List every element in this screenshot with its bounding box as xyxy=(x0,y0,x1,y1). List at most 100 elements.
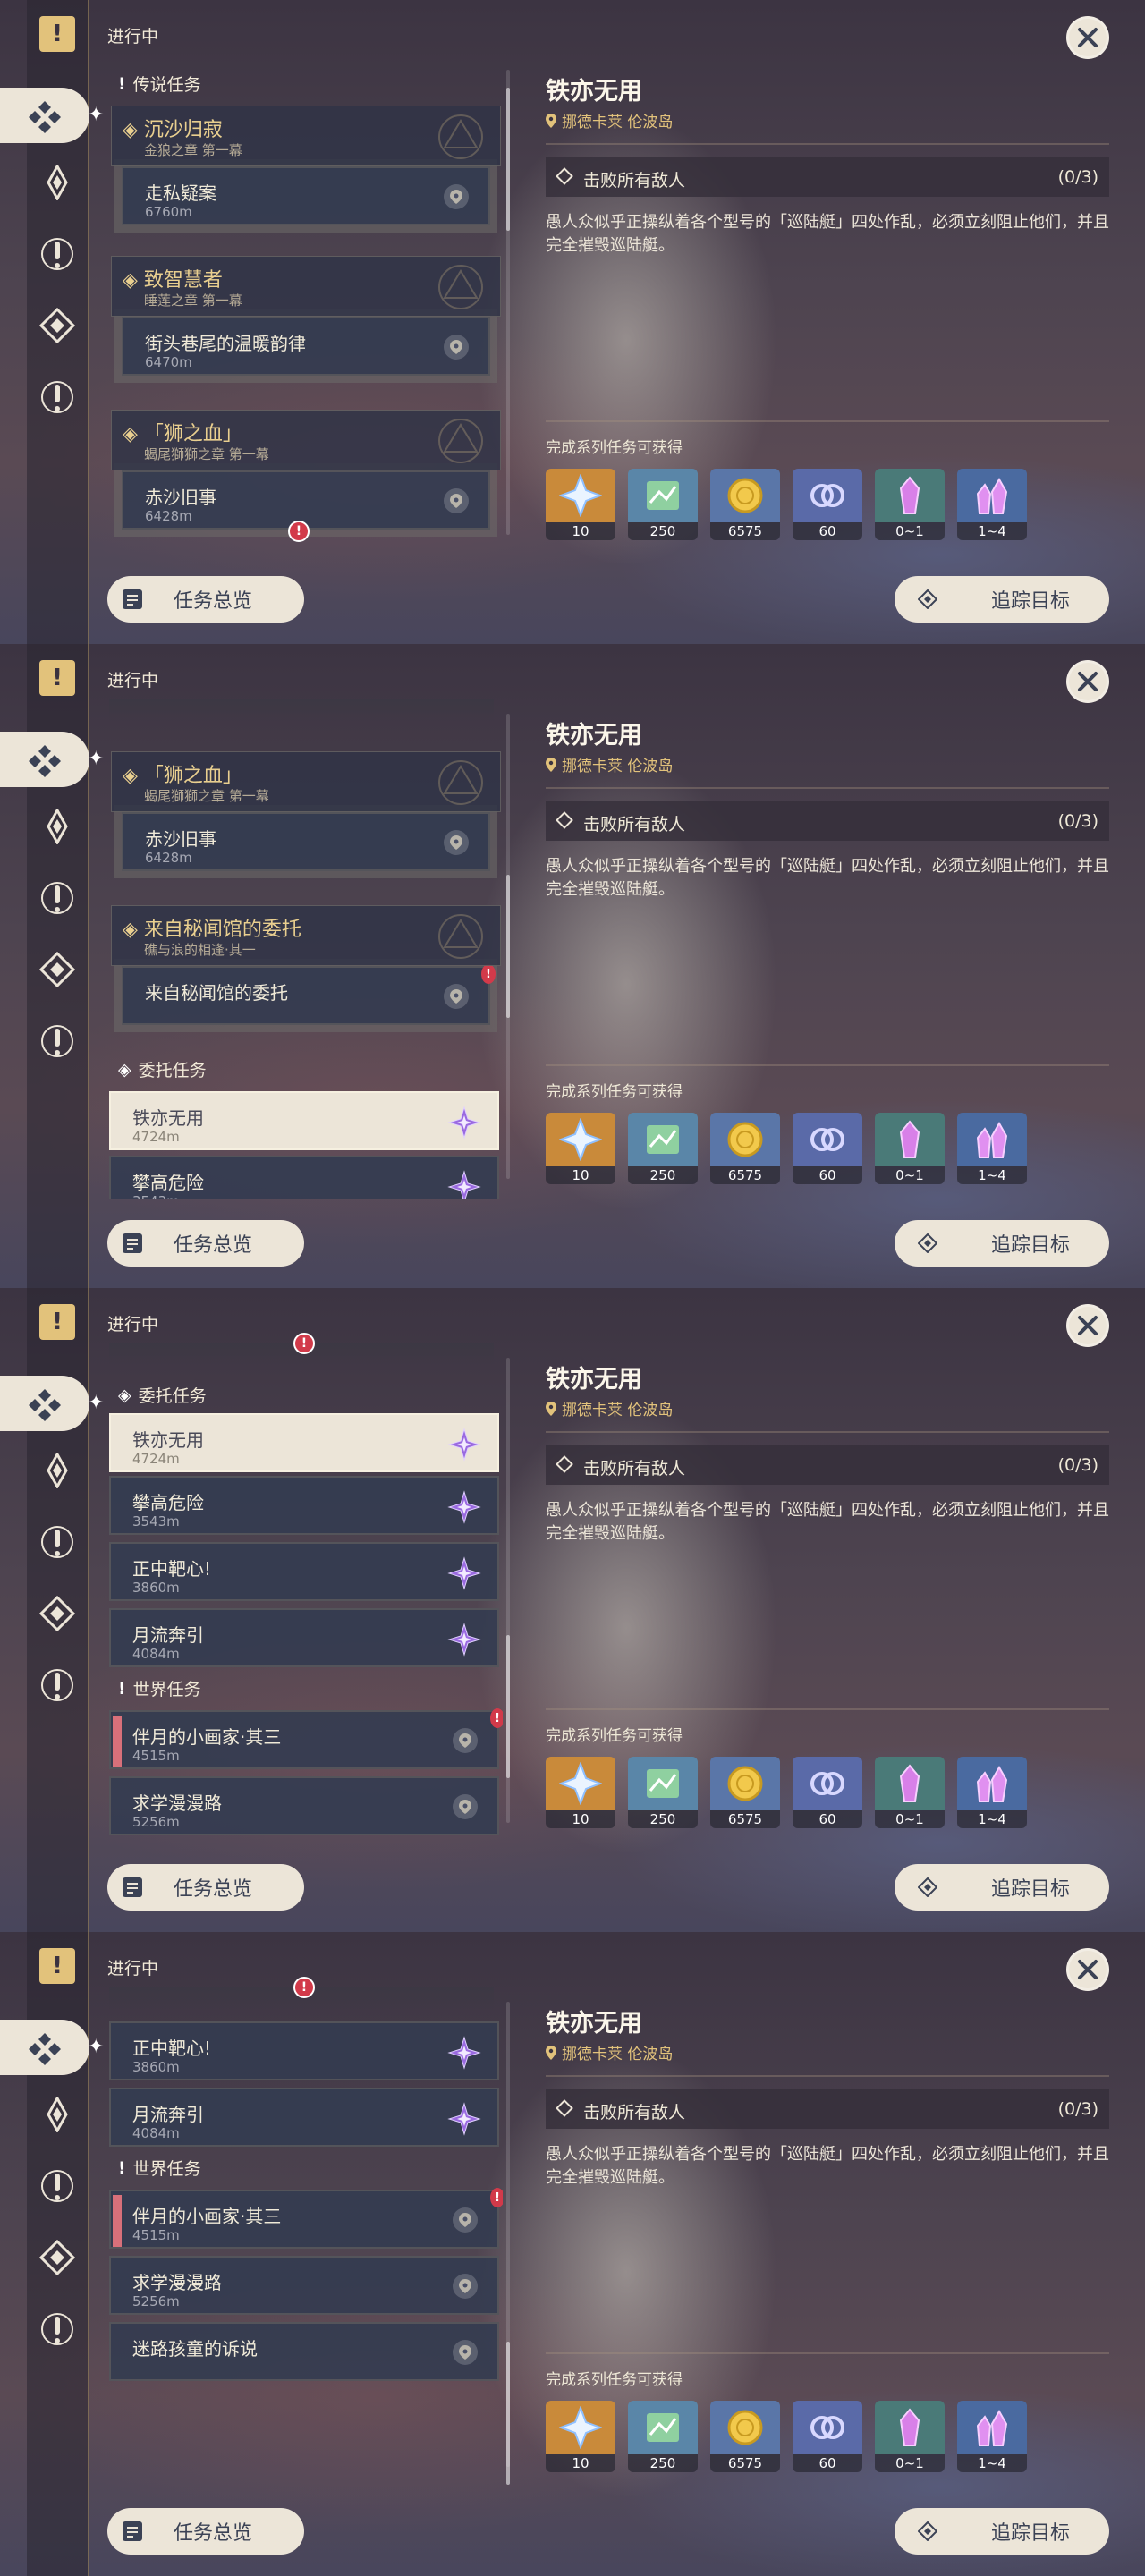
navigate-pin-button[interactable] xyxy=(444,830,469,855)
quest-item[interactable]: 赤沙旧事 6428m xyxy=(122,812,490,871)
reward-item[interactable]: 1~4 xyxy=(957,1113,1027,1184)
reward-item[interactable]: 10 xyxy=(546,2401,615,2472)
track-objective-button[interactable]: 追踪目标 xyxy=(895,576,1109,623)
quest-item[interactable]: 正中靶心! 3860m xyxy=(109,2021,499,2080)
quest-list-scrollbar[interactable] xyxy=(506,714,510,1179)
rail-tab-story-quests[interactable] xyxy=(34,1519,81,1565)
quest-list-scrollbar[interactable] xyxy=(506,2002,510,2485)
reward-item[interactable]: 6575 xyxy=(710,469,780,540)
reward-item[interactable]: 60 xyxy=(793,2401,862,2472)
reward-item[interactable]: 10 xyxy=(546,1757,615,1828)
quest-overview-button[interactable]: 任务总览 xyxy=(107,576,304,623)
close-button[interactable] xyxy=(1066,660,1109,703)
rail-tab-commissions[interactable] xyxy=(34,2234,81,2281)
rail-tab-archon-quests[interactable] xyxy=(34,1447,81,1494)
reward-item[interactable]: 1~4 xyxy=(957,2401,1027,2472)
close-button[interactable] xyxy=(1066,1304,1109,1347)
quest-list[interactable]: 求学漫漫路 5256m 伴月的小画家·其三 4515m!! 世界任务 月流奔引 4084m 正… xyxy=(109,1342,503,1843)
quest-item[interactable]: 铁亦无用 4724m xyxy=(109,1413,499,1472)
quest-item[interactable]: 月流奔引 4084m xyxy=(109,2088,499,2147)
rail-tab-all-quests[interactable] xyxy=(0,732,89,787)
quest-overview-button[interactable]: 任务总览 xyxy=(107,1220,304,1267)
quest-item[interactable]: 迷路孩童的诉说 xyxy=(109,2322,499,2381)
close-button[interactable] xyxy=(1066,16,1109,59)
reward-item[interactable]: 250 xyxy=(628,1113,698,1184)
close-button[interactable] xyxy=(1066,1948,1109,1991)
reward-item[interactable]: 0~1 xyxy=(875,469,945,540)
quest-item[interactable]: 月流奔引 4084m xyxy=(109,1608,499,1667)
navigate-pin-button[interactable] xyxy=(453,1794,478,1819)
quest-chain-header[interactable]: ◈ 来自秘闻馆的委托 礁与浪的相逢·其一 xyxy=(111,905,501,966)
quest-chain-header[interactable]: ◈ 「狮之血」 蝎尾獅獅之章 第一幕 xyxy=(111,410,501,470)
reward-item[interactable]: 6575 xyxy=(710,1757,780,1828)
navigate-pin-button[interactable] xyxy=(453,2274,478,2299)
reward-item[interactable]: 1~4 xyxy=(957,469,1027,540)
rail-tab-all-quests[interactable] xyxy=(0,2020,89,2075)
quest-overview-button[interactable]: 任务总览 xyxy=(107,2508,304,2555)
rail-tab-world-quests[interactable] xyxy=(34,2306,81,2352)
reward-item[interactable]: 0~1 xyxy=(875,1757,945,1828)
rail-tab-all-quests[interactable] xyxy=(0,1376,89,1431)
rail-tab-archon-quests[interactable] xyxy=(34,159,81,206)
reward-item[interactable]: 250 xyxy=(628,1757,698,1828)
reward-item[interactable]: 1~4 xyxy=(957,1757,1027,1828)
reward-item[interactable]: 0~1 xyxy=(875,1113,945,1184)
track-objective-button[interactable]: 追踪目标 xyxy=(895,1220,1109,1267)
quest-overview-button[interactable]: 任务总览 xyxy=(107,1864,304,1911)
navigate-pin-button[interactable] xyxy=(453,1728,478,1753)
reward-item[interactable]: 10 xyxy=(546,469,615,540)
quest-item[interactable]: 伴月的小画家·其三 4515m! xyxy=(109,1708,503,1769)
navigate-pin-button[interactable] xyxy=(453,2340,478,2365)
rail-tab-world-quests[interactable] xyxy=(34,1662,81,1708)
quest-item[interactable]: 求学漫漫路 5256m xyxy=(109,2256,499,2315)
rail-tab-archon-quests[interactable] xyxy=(34,2091,81,2138)
reward-item[interactable]: 60 xyxy=(793,1757,862,1828)
scrollbar-thumb[interactable] xyxy=(506,2342,510,2485)
rail-tab-story-quests[interactable] xyxy=(34,875,81,921)
rail-tab-world-quests[interactable] xyxy=(34,1018,81,1064)
rail-tab-commissions[interactable] xyxy=(34,1590,81,1637)
reward-item[interactable]: 0~1 xyxy=(875,2401,945,2472)
rail-tab-world-quests[interactable] xyxy=(34,374,81,420)
quest-chain-header[interactable]: ◈ 沉沙归寂 金狼之章 第一幕 xyxy=(111,106,501,166)
rail-tab-commissions[interactable] xyxy=(34,302,81,349)
rail-tab-story-quests[interactable] xyxy=(34,231,81,277)
quest-list[interactable]: 迷路孩童的诉说 求学漫漫路 5256m 伴月的小画家·其三 4515m!! 世界任务 月流奔… xyxy=(109,1986,503,2487)
quest-item[interactable]: 走私疑案 6760m xyxy=(122,166,490,225)
reward-item[interactable]: 6575 xyxy=(710,1113,780,1184)
track-objective-button[interactable]: 追踪目标 xyxy=(895,1864,1109,1911)
navigate-pin-button[interactable] xyxy=(444,488,469,513)
quest-list-scrollbar[interactable] xyxy=(506,70,510,535)
reward-item[interactable]: 60 xyxy=(793,469,862,540)
reward-item[interactable]: 250 xyxy=(628,2401,698,2472)
quest-item[interactable]: 攀高危险3543m xyxy=(109,1156,499,1199)
scrollbar-thumb[interactable] xyxy=(506,1635,510,1778)
quest-chain-header[interactable]: ◈ 「狮之血」 蝎尾獅獅之章 第一幕 xyxy=(111,751,501,812)
quest-item[interactable]: 来自秘闻馆的委托! xyxy=(122,964,496,1025)
reward-item[interactable]: 60 xyxy=(793,1113,862,1184)
quest-list[interactable]: 赤沙旧事 6428m ◈ 「狮之血」 蝎尾獅獅之章 第一幕 街头巷尾的温暖韵律 6470m… xyxy=(109,54,503,555)
rail-tab-archon-quests[interactable] xyxy=(34,803,81,850)
navigate-pin-button[interactable] xyxy=(444,184,469,209)
quest-item[interactable]: 铁亦无用 4724m xyxy=(109,1091,499,1150)
quest-item[interactable]: 正中靶心! 3860m xyxy=(109,1542,499,1601)
reward-item[interactable]: 10 xyxy=(546,1113,615,1184)
track-objective-button[interactable]: 追踪目标 xyxy=(895,2508,1109,2555)
quest-chain-header[interactable]: ◈ 致智慧者 睡莲之章 第一幕 xyxy=(111,256,501,317)
quest-list-scrollbar[interactable] xyxy=(506,1358,510,1823)
rail-tab-story-quests[interactable] xyxy=(34,2163,81,2209)
quest-item[interactable]: 伴月的小画家·其三 4515m! xyxy=(109,2188,503,2249)
quest-item[interactable]: 攀高危险3543m xyxy=(109,1476,499,1535)
rail-tab-all-quests[interactable] xyxy=(0,88,89,143)
reward-item[interactable]: 6575 xyxy=(710,2401,780,2472)
rail-tab-commissions[interactable] xyxy=(34,946,81,993)
scrollbar-thumb[interactable] xyxy=(506,875,510,1018)
scrollbar-thumb[interactable] xyxy=(506,88,510,231)
navigate-pin-button[interactable] xyxy=(444,335,469,360)
quest-item[interactable]: 求学漫漫路 5256m xyxy=(109,1776,499,1835)
quest-list[interactable]: 攀高危险3543m铁亦无用4724m◈委托任务来自秘闻馆的委托!◈ 来自秘闻馆的… xyxy=(109,698,503,1199)
quest-item[interactable]: 赤沙旧事 6428m xyxy=(122,470,490,530)
navigate-pin-button[interactable] xyxy=(453,2207,478,2233)
quest-item[interactable]: 街头巷尾的温暖韵律 6470m xyxy=(122,317,490,376)
navigate-pin-button[interactable] xyxy=(444,984,469,1009)
